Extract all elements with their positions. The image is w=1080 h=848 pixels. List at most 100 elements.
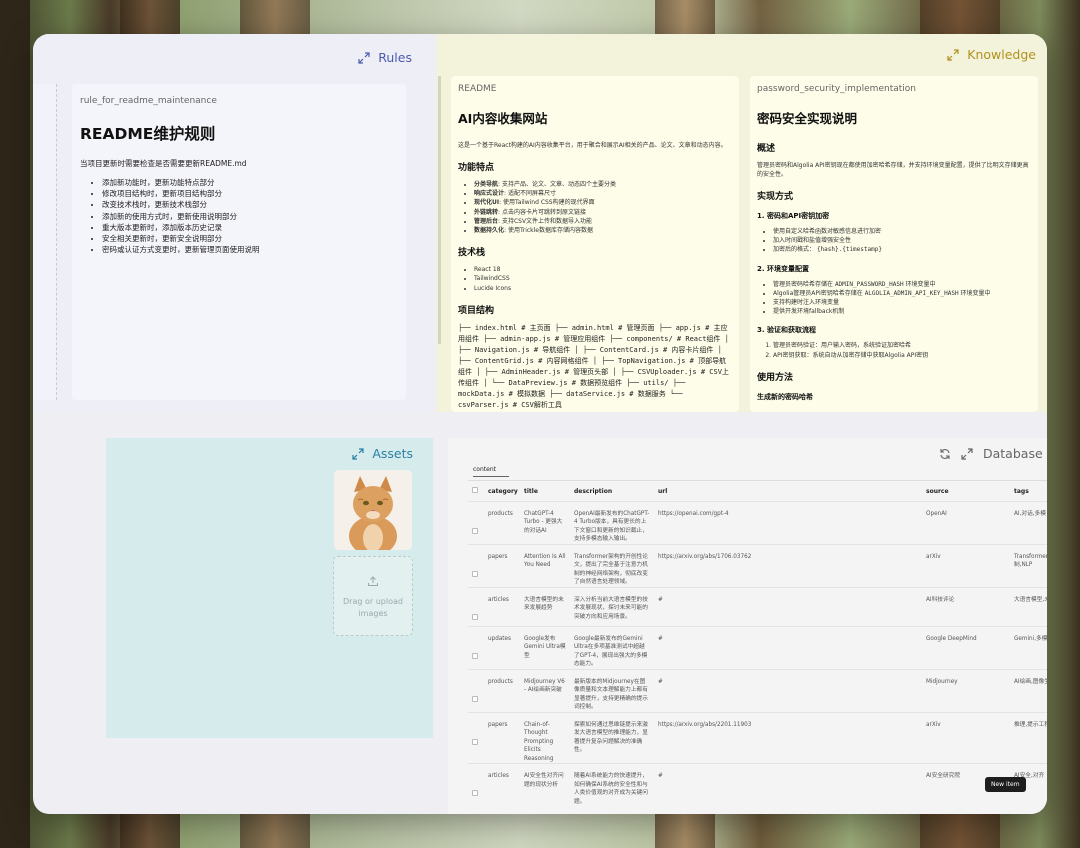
knowledge-card-readme[interactable]: README AI内容收集网站 这是一个基于React构建的AI内容收集平台，用…: [451, 76, 739, 412]
table-row[interactable]: articles 大语言模型的未来发展趋势 深入分析当前大语言模型的技术发展现状，探…: [468, 587, 1047, 626]
expand-icon[interactable]: [947, 48, 959, 61]
impl-heading: 实现方式: [757, 192, 794, 202]
row-checkbox[interactable]: [468, 501, 484, 544]
rule-card[interactable]: rule_for_readme_maintenance README维护规则 当…: [72, 84, 406, 400]
select-all-checkbox[interactable]: [468, 482, 484, 501]
cell-url[interactable]: #: [654, 764, 922, 807]
cell-source[interactable]: arXiv: [922, 712, 1010, 764]
expand-icon[interactable]: [352, 447, 364, 460]
list-item: 支持构建时注入环境变量: [773, 298, 1031, 307]
cell-tags[interactable]: Transformer,注意力机制,NLP: [1010, 544, 1047, 587]
cell-category[interactable]: papers: [484, 712, 520, 764]
asset-image-cat[interactable]: [334, 470, 412, 550]
assets-header[interactable]: Assets: [352, 446, 413, 461]
cell-title[interactable]: Attention Is All You Need: [520, 544, 570, 587]
stack-heading: 技术栈: [458, 248, 486, 259]
upload-icon: [368, 576, 378, 586]
tab-divider: [468, 480, 1047, 481]
list-item: 加密后的格式： {hash}.{timestamp}: [773, 245, 1031, 254]
table-row[interactable]: papers Chain-of-Thought Prompting Elicits…: [468, 712, 1047, 764]
overview-text: 管理员密码和Algolia API密钥现在都使用加密哈希存储，并支持环境变量配置…: [757, 162, 1029, 178]
cell-title[interactable]: Midjourney V6 - AI绘画新突破: [520, 669, 570, 712]
scrollbar[interactable]: [438, 76, 441, 344]
row-checkbox[interactable]: [468, 712, 484, 764]
step2-list: 管理员密码哈希存储在 ADMIN_PASSWORD_HASH 环境变量中 Alg…: [757, 280, 1031, 317]
cat-image: [334, 470, 412, 550]
cell-url[interactable]: https://openai.com/gpt-4: [654, 501, 922, 544]
column-header[interactable]: source: [922, 482, 1010, 501]
cell-category[interactable]: articles: [484, 764, 520, 807]
cell-category[interactable]: articles: [484, 587, 520, 626]
table-row[interactable]: updates Google发布Gemini Ultra模型 Google最新发布的…: [468, 626, 1047, 669]
list-item: 添加新功能时，更新功能特点部分: [102, 177, 398, 188]
cell-source[interactable]: arXiv: [922, 544, 1010, 587]
column-header[interactable]: url: [654, 482, 922, 501]
cell-source[interactable]: Google DeepMind: [922, 626, 1010, 669]
row-checkbox[interactable]: [468, 587, 484, 626]
cell-category[interactable]: products: [484, 501, 520, 544]
cell-title[interactable]: 大语言模型的未来发展趋势: [520, 587, 570, 626]
rules-header[interactable]: Rules: [358, 50, 412, 65]
cell-tags[interactable]: 大语言模型,未来发展: [1010, 587, 1047, 626]
rule-card-heading: README维护规则: [80, 125, 216, 143]
usage-subheading: 生成新的密码哈希: [757, 392, 813, 401]
list-item: 重大版本更新时，添加版本历史记录: [102, 222, 398, 233]
cell-source[interactable]: AI科技评论: [922, 587, 1010, 626]
cell-description[interactable]: 随着AI系统能力的快速提升，如何确保AI系统的安全性和与人类价值观的对齐成为关键…: [570, 764, 654, 807]
cell-title[interactable]: AI安全性对齐问题的现状分析: [520, 764, 570, 807]
cell-description[interactable]: 探索如何通过思维链提示来激发大语言模型的推理能力，显著提升复杂问题解决的准确性。: [570, 712, 654, 764]
database-header[interactable]: Database: [939, 446, 1047, 461]
cell-url[interactable]: #: [654, 669, 922, 712]
knowledge-panel: Knowledge README AI内容收集网站 这是一个基于React构建的…: [437, 34, 1047, 412]
expand-icon[interactable]: [358, 51, 370, 64]
cell-tags[interactable]: AI,对话,多模: [1010, 501, 1047, 544]
row-checkbox[interactable]: [468, 544, 484, 587]
knowledge-card-password[interactable]: password_security_implementation 密码安全实现说…: [750, 76, 1038, 412]
row-checkbox[interactable]: [468, 764, 484, 807]
tab-content[interactable]: content: [473, 466, 509, 477]
cell-category[interactable]: updates: [484, 626, 520, 669]
column-header[interactable]: title: [520, 482, 570, 501]
cell-tags[interactable]: AI绘画,图像生成: [1010, 669, 1047, 712]
cell-tags[interactable]: 推理,提示工程: [1010, 712, 1047, 764]
cell-source[interactable]: Midjourney: [922, 669, 1010, 712]
column-header[interactable]: category: [484, 482, 520, 501]
rule-card-previous[interactable]: [33, 84, 57, 400]
features-list: 分类导航: 支持产品、论文、文章、动态四个主要分类 响应式设计: 适配不同屏幕尺…: [458, 180, 732, 235]
list-item: 使用自定义哈希函数对敏感信息进行加密: [773, 227, 1031, 236]
column-header[interactable]: tags: [1010, 482, 1047, 501]
table-row[interactable]: products Midjourney V6 - AI绘画新突破 最新版本的Midj…: [468, 669, 1047, 712]
image-upload-dropzone[interactable]: Drag or upload images: [333, 556, 413, 636]
step2-heading: 2. 环境变量配置: [757, 264, 809, 273]
cell-title[interactable]: ChatGPT-4 Turbo - 更强大的对话AI: [520, 501, 570, 544]
cell-url[interactable]: https://arxiv.org/abs/1706.03762: [654, 544, 922, 587]
table-row[interactable]: products ChatGPT-4 Turbo - 更强大的对话AI OpenAI…: [468, 501, 1047, 544]
rule-card-intro: 当项目更新时需要检查是否需要更新README.md: [80, 159, 247, 168]
cell-description[interactable]: 深入分析当前大语言模型的技术发展现状，探讨未来可能的突破方向和应用场景。: [570, 587, 654, 626]
cell-tags[interactable]: Gemini,多模态: [1010, 626, 1047, 669]
cell-url[interactable]: #: [654, 626, 922, 669]
cell-category[interactable]: papers: [484, 544, 520, 587]
row-checkbox[interactable]: [468, 669, 484, 712]
cell-source[interactable]: OpenAI: [922, 501, 1010, 544]
table-row[interactable]: articles AI安全性对齐问题的现状分析 随着AI系统能力的快速提升，如何确保…: [468, 763, 1047, 807]
cell-title[interactable]: Google发布Gemini Ultra模型: [520, 626, 570, 669]
cell-description[interactable]: Google最新发布的Gemini Ultra在多项基准测试中超越了GPT-4，…: [570, 626, 654, 669]
table-row[interactable]: papers Attention Is All You Need Transform…: [468, 544, 1047, 587]
cell-title[interactable]: Chain-of-Thought Prompting Elicits Reaso…: [520, 712, 570, 764]
expand-icon[interactable]: [961, 447, 973, 460]
cell-description[interactable]: OpenAI最新发布的ChatGPT-4 Turbo版本，具有更长的上下文窗口和…: [570, 501, 654, 544]
list-item: 提供开发环境fallback机制: [773, 307, 1031, 316]
knowledge-header[interactable]: Knowledge: [947, 47, 1036, 62]
row-checkbox[interactable]: [468, 626, 484, 669]
cell-url[interactable]: https://arxiv.org/abs/2201.11903: [654, 712, 922, 764]
cell-category[interactable]: products: [484, 669, 520, 712]
list-item: 管理员密码验证：用户输入密码，系统验证加密哈希: [773, 341, 1031, 350]
column-header[interactable]: description: [570, 482, 654, 501]
refresh-icon[interactable]: [939, 448, 951, 460]
new-item-button[interactable]: New item: [985, 777, 1026, 792]
features-heading: 功能特点: [458, 163, 495, 173]
cell-description[interactable]: Transformer架构的开创性论文，提出了完全基于注意力机制的神经网络架构，…: [570, 544, 654, 587]
cell-url[interactable]: #: [654, 587, 922, 626]
cell-description[interactable]: 最新版本的Midjourney在图像质量和文本理解能力上都有显著提升，支持更精确…: [570, 669, 654, 712]
